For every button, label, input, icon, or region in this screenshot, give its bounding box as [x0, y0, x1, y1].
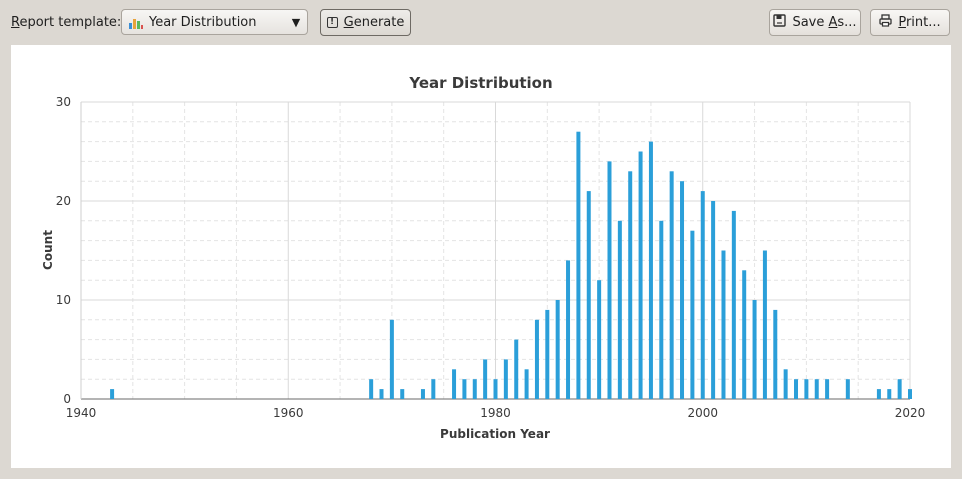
bar-2004: [742, 270, 747, 399]
x-axis-title: Publication Year: [440, 427, 550, 441]
report-toolbar: Report template: Year Distribution ▼ ! G…: [0, 0, 962, 44]
bar-1991: [607, 161, 612, 399]
bar-1982: [514, 339, 519, 399]
y-axis-title: Count: [41, 230, 55, 270]
bar-1990: [597, 280, 602, 399]
bar-1971: [400, 389, 405, 399]
save-icon: [773, 14, 787, 31]
bar-2005: [752, 300, 757, 399]
bar-1988: [576, 131, 581, 399]
bar-1969: [379, 389, 384, 399]
print-button[interactable]: Print...: [870, 9, 950, 36]
bar-chart-icon: [129, 16, 143, 29]
bar-1994: [638, 151, 643, 399]
bar-1974: [431, 379, 436, 399]
y-tick-label-0: 0: [63, 392, 71, 406]
bar-1985: [545, 309, 550, 399]
x-tick-label-1980: 1980: [480, 406, 511, 420]
bar-1995: [648, 141, 653, 399]
bar-1993: [628, 171, 633, 399]
bar-2003: [731, 210, 736, 399]
save-as-button[interactable]: Save As...: [769, 9, 861, 36]
y-tick-label-20: 20: [56, 194, 71, 208]
report-template-value: Year Distribution: [149, 14, 257, 30]
bar-2014: [845, 379, 850, 399]
bar-1992: [617, 220, 622, 399]
bar-1979: [483, 359, 488, 399]
x-tick-label-2000: 2000: [687, 406, 718, 420]
y-tick-label-10: 10: [56, 293, 71, 307]
chevron-down-icon[interactable]: ▼: [285, 16, 307, 29]
year-distribution-chart: 1940 1960 1980 2000 2020 0 10 20 30 Year Distrib…: [41, 74, 926, 441]
bar-1983: [524, 369, 529, 399]
bar-2018: [887, 389, 892, 399]
generate-button[interactable]: ! Generate: [320, 9, 411, 36]
bar-2011: [814, 379, 819, 399]
bar-1943: [110, 389, 115, 399]
print-label: Print...: [898, 15, 941, 30]
y-tick-label-30: 30: [56, 95, 71, 109]
bar-1984: [534, 319, 539, 399]
bar-2007: [773, 309, 778, 399]
bar-2006: [762, 250, 767, 399]
bar-1973: [420, 389, 425, 399]
bar-1987: [566, 260, 571, 399]
x-tick-label-2020: 2020: [895, 406, 926, 420]
bar-2019: [897, 379, 902, 399]
bar-2017: [876, 389, 881, 399]
x-tick-label-1940: 1940: [66, 406, 97, 420]
bar-1976: [452, 369, 457, 399]
bar-1989: [586, 191, 591, 399]
generate-icon: !: [326, 17, 338, 28]
bar-1980: [493, 379, 498, 399]
bar-2012: [825, 379, 830, 399]
bar-2008: [783, 369, 788, 399]
bar-1968: [369, 379, 374, 399]
bar-1998: [680, 181, 685, 399]
chart-title: Year Distribution: [408, 74, 552, 92]
bar-2000: [700, 191, 705, 399]
bar-2010: [804, 379, 809, 399]
bar-1996: [659, 220, 664, 399]
bar-1977: [462, 379, 467, 399]
chart-panel: 1940 1960 1980 2000 2020 0 10 20 30 Year Distrib…: [11, 45, 951, 468]
bar-1978: [472, 379, 477, 399]
save-as-label: Save As...: [792, 15, 857, 30]
report-template-label: Report template:: [11, 15, 122, 30]
bar-2009: [794, 379, 799, 399]
bar-2002: [721, 250, 726, 399]
printer-icon: [879, 14, 892, 31]
bar-1981: [503, 359, 508, 399]
generate-label: Generate: [343, 15, 405, 30]
bar-2001: [711, 201, 716, 399]
bar-1997: [669, 171, 674, 399]
x-tick-label-1960: 1960: [273, 406, 304, 420]
bar-1999: [690, 230, 695, 399]
bar-2020: [908, 389, 912, 399]
bar-1970: [389, 319, 394, 399]
bar-1986: [555, 300, 560, 399]
report-template-select[interactable]: Year Distribution ▼: [121, 9, 308, 35]
